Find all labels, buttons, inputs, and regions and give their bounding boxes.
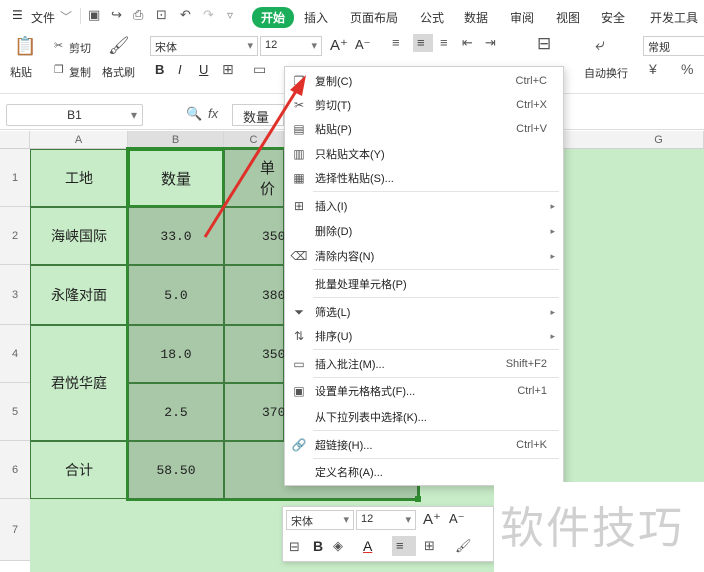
- watermark-box: 软件技巧: [494, 482, 704, 572]
- watermark-text: 软件技巧: [500, 504, 684, 553]
- arrow-line: [203, 87, 300, 238]
- arrow-head: [290, 75, 306, 96]
